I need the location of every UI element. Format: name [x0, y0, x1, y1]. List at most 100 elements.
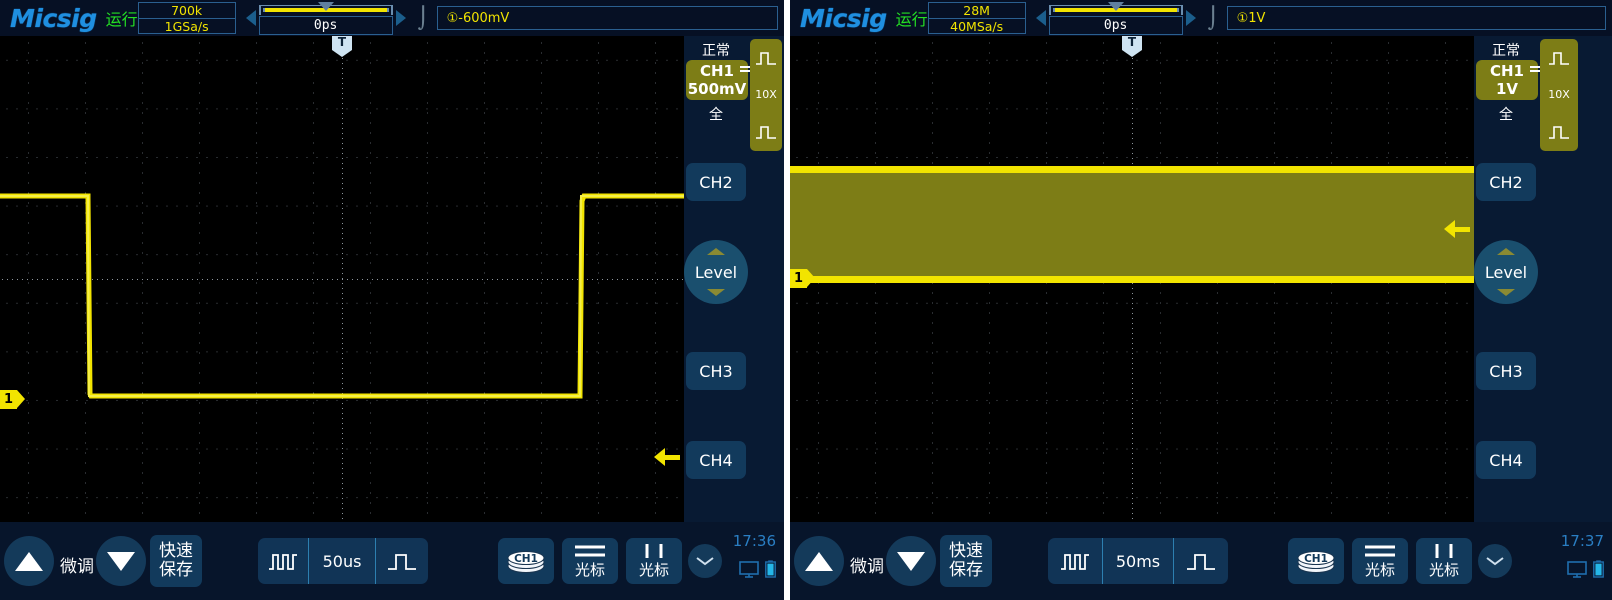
timebase-value[interactable]: 50ms — [1103, 538, 1173, 584]
timebase-value[interactable]: 50us — [309, 538, 375, 584]
sidebar-item-ch3[interactable]: CH3 — [1476, 352, 1536, 390]
sidebar-item-ch3[interactable]: CH3 — [686, 352, 746, 390]
quick-save-button[interactable]: 快速 保存 — [150, 535, 202, 587]
timebase-increase-button[interactable] — [376, 538, 428, 584]
level-label: Level — [1484, 262, 1528, 282]
view-window-marker-icon — [317, 1, 334, 11]
channel-side-panel-left: 正常 CH1 500mV 全 10X CH2 Level CH3 CH4 — [684, 36, 784, 522]
triangle-up-icon — [805, 551, 833, 571]
channel1-ground-marker[interactable]: 1 — [790, 268, 815, 288]
trigger-level-knob[interactable]: Level — [1474, 240, 1538, 304]
top-status-bar: Micsig 运行 700k 1GSa/s 0ps ⌡ ①-600mV — [0, 0, 784, 36]
level-label: Level — [694, 262, 738, 282]
status-icon-group — [739, 560, 776, 578]
channel-select-button[interactable]: CH1 — [498, 538, 554, 584]
chevron-down-icon — [1497, 289, 1515, 296]
clock-label: 17:36 — [732, 532, 776, 550]
horizontal-cursor-button[interactable]: 光标 — [562, 538, 618, 584]
fine-decrease-button[interactable] — [96, 536, 146, 586]
channel-select-button[interactable]: CH1 — [1288, 538, 1344, 584]
position-indicator: 0ps — [258, 1, 393, 35]
channel-stack-icon: CH1 — [1297, 551, 1335, 573]
timebase-compress-icon — [1061, 554, 1089, 570]
channel1-ground-marker[interactable]: 1 — [0, 389, 25, 409]
timebase-control-group[interactable]: 50us — [258, 538, 428, 584]
acquisition-info-box[interactable]: 28M 40MSa/s — [927, 2, 1026, 34]
horizontal-cursor-icon — [575, 545, 605, 556]
probe-attenuation-control[interactable]: 10X — [1540, 39, 1578, 151]
trigger-level-readout[interactable]: ①1V — [1226, 6, 1606, 30]
horizontal-position-control[interactable]: 0ps — [1035, 1, 1196, 35]
trigger-level-knob[interactable]: Level — [684, 240, 748, 304]
timebase-expand-icon — [1187, 554, 1215, 570]
scope-panel-right: Micsig 运行 28M 40MSa/s 0ps ⌡ ①1V T 1 正常 C… — [790, 0, 1612, 600]
trigger-level-marker[interactable] — [1444, 220, 1470, 238]
channel1-settings-chip[interactable]: CH1 500mV — [686, 60, 754, 100]
channel1-scale: 500mV — [687, 80, 747, 98]
clock-label: 17:37 — [1560, 532, 1604, 550]
sidebar-item-ch2[interactable]: CH2 — [1476, 163, 1536, 201]
channel1-settings-chip[interactable]: CH1 1V — [1476, 60, 1544, 100]
waveform-display-right[interactable]: T 1 — [790, 36, 1474, 522]
trigger-position-marker[interactable]: T — [1122, 36, 1142, 57]
trigger-level-marker[interactable] — [654, 448, 680, 466]
timebase-expand-icon — [1549, 126, 1569, 139]
scroll-right-icon[interactable] — [395, 10, 406, 26]
fine-increase-button[interactable] — [4, 536, 54, 586]
timebase-expand-icon — [756, 126, 776, 139]
scroll-left-icon[interactable] — [1035, 10, 1046, 26]
vertical-cursor-button[interactable]: 光标 — [626, 538, 682, 584]
channel1-waveform-trace — [790, 166, 1474, 283]
expand-toolbar-button[interactable] — [1478, 544, 1512, 578]
trigger-level-readout[interactable]: ①-600mV — [436, 6, 778, 30]
triangle-up-icon — [15, 551, 43, 571]
probe-attenuation-control[interactable]: 10X — [750, 39, 782, 151]
run-state-label: 运行 — [895, 10, 928, 29]
probe-ratio-value: 10X — [1548, 88, 1570, 102]
horizontal-position-value[interactable]: 0ps — [258, 15, 393, 35]
triangle-down-icon — [897, 551, 925, 571]
timebase-decrease-button[interactable] — [1048, 538, 1102, 584]
scroll-right-icon[interactable] — [1185, 10, 1196, 26]
trigger-mode-label: 正常 — [1492, 43, 1520, 59]
fine-adjust-label: 微调 — [60, 557, 94, 577]
horizontal-position-control[interactable]: 0ps — [245, 1, 406, 35]
timebase-increase-button[interactable] — [1174, 538, 1228, 584]
timebase-expand-icon — [388, 554, 416, 570]
memory-depth-value: 700k — [138, 3, 235, 19]
trigger-position-marker[interactable]: T — [332, 36, 352, 57]
channel1-name: CH1 — [1490, 62, 1524, 80]
brand-logo: Micsig — [800, 3, 887, 33]
sidebar-item-ch4[interactable]: CH4 — [1476, 441, 1536, 479]
expand-toolbar-button[interactable] — [688, 544, 722, 578]
rising-edge-icon[interactable]: ⌡ — [418, 6, 429, 30]
horizontal-cursor-button[interactable]: 光标 — [1352, 538, 1408, 584]
oscilloscope-screenshot-pair: Micsig 运行 700k 1GSa/s 0ps ⌡ ①-600mV T 1 … — [0, 0, 1612, 600]
horizontal-position-value[interactable]: 0ps — [1048, 15, 1183, 35]
quick-save-line1: 快速 — [949, 540, 983, 561]
fine-increase-button[interactable] — [794, 536, 844, 586]
sidebar-item-ch2[interactable]: CH2 — [686, 163, 746, 201]
vertical-cursor-icon — [1435, 543, 1453, 558]
quick-save-button[interactable]: 快速 保存 — [940, 535, 992, 587]
sample-rate-value: 40MSa/s — [950, 19, 1004, 34]
vertical-cursor-button[interactable]: 光标 — [1416, 538, 1472, 584]
timebase-control-group[interactable]: 50ms — [1048, 538, 1228, 584]
battery-icon — [1593, 560, 1604, 578]
channel1-waveform-trace — [0, 193, 684, 399]
trigger-mode-label: 正常 — [702, 43, 730, 59]
display-icon — [1567, 560, 1587, 578]
rising-edge-icon[interactable]: ⌡ — [1208, 6, 1219, 30]
sidebar-item-ch4[interactable]: CH4 — [686, 441, 746, 479]
timebase-compress-icon — [756, 52, 776, 65]
waveform-display-left[interactable]: T 1 — [0, 36, 684, 522]
chevron-down-icon — [696, 557, 714, 566]
quick-save-line1: 快速 — [159, 540, 193, 561]
scroll-left-icon[interactable] — [245, 10, 256, 26]
quick-save-line2: 保存 — [159, 560, 193, 580]
fine-decrease-button[interactable] — [886, 536, 936, 586]
svg-text:CH1: CH1 — [1304, 553, 1328, 565]
acquisition-info-box[interactable]: 700k 1GSa/s — [137, 2, 236, 34]
timebase-decrease-button[interactable] — [258, 538, 308, 584]
timebase-compress-icon — [269, 554, 297, 570]
